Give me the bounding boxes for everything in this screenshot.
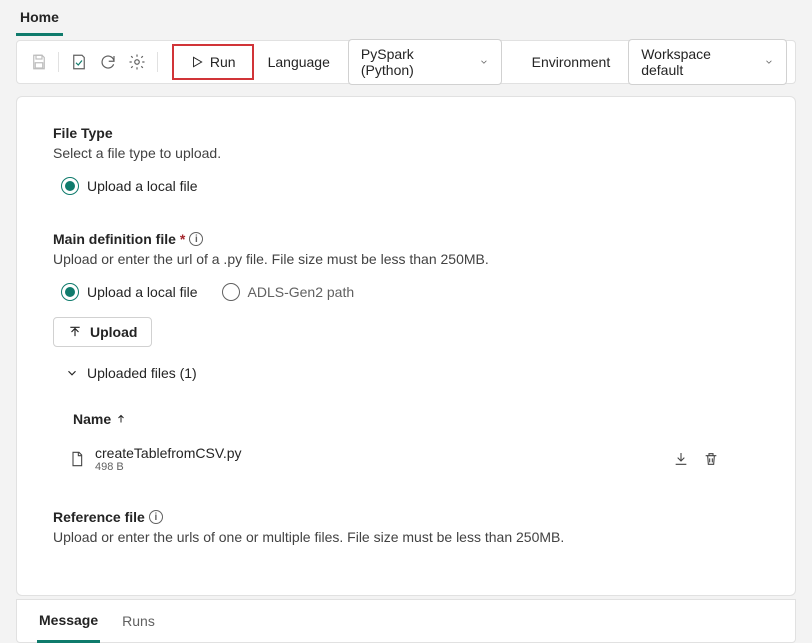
reference-file-title: Reference file i	[53, 509, 759, 525]
run-button-highlight: Run	[172, 44, 254, 80]
download-icon[interactable]	[673, 451, 689, 467]
chevron-down-icon	[764, 56, 774, 68]
main-def-option-local[interactable]: Upload a local file	[61, 283, 198, 301]
environment-value: Workspace default	[641, 46, 736, 78]
main-def-title: Main definition file * i	[53, 231, 759, 247]
save-icon[interactable]	[25, 46, 52, 78]
radio-icon	[61, 283, 79, 301]
main-def-option-adls[interactable]: ADLS-Gen2 path	[222, 283, 355, 301]
info-icon[interactable]: i	[149, 510, 163, 524]
file-type-option-local[interactable]: Upload a local file	[61, 177, 759, 195]
language-select[interactable]: PySpark (Python)	[348, 39, 502, 85]
section-file-type: File Type Select a file type to upload. …	[53, 125, 759, 195]
separator	[157, 52, 158, 72]
sort-asc-icon	[115, 413, 127, 425]
language-value: PySpark (Python)	[361, 46, 451, 78]
radio-icon	[61, 177, 79, 195]
chevron-down-icon	[65, 366, 79, 380]
settings-icon[interactable]	[124, 46, 151, 78]
play-icon	[190, 55, 204, 69]
refresh-icon[interactable]	[94, 46, 121, 78]
file-type-option-local-label: Upload a local file	[87, 178, 198, 194]
required-asterisk: *	[180, 231, 185, 247]
info-icon[interactable]: i	[189, 232, 203, 246]
tab-home[interactable]: Home	[16, 1, 63, 36]
delete-icon[interactable]	[703, 451, 719, 467]
section-main-definition: Main definition file * i Upload or enter…	[53, 231, 759, 473]
toolbar: Run Language PySpark (Python) Environmen…	[16, 40, 796, 84]
chevron-down-icon	[479, 56, 489, 68]
tab-message[interactable]: Message	[37, 600, 100, 643]
file-type-title: File Type	[53, 125, 759, 141]
bottom-tab-bar: Message Runs	[16, 599, 796, 643]
main-def-option-local-label: Upload a local file	[87, 284, 198, 300]
main-panel: File Type Select a file type to upload. …	[16, 96, 796, 596]
run-button[interactable]: Run	[176, 48, 250, 76]
language-label: Language	[256, 54, 342, 70]
main-def-option-adls-label: ADLS-Gen2 path	[248, 284, 355, 300]
upload-button[interactable]: Upload	[53, 317, 152, 347]
main-def-desc: Upload or enter the url of a .py file. F…	[53, 251, 759, 267]
file-row: createTablefromCSV.py 498 B	[69, 445, 759, 473]
upload-icon	[68, 325, 82, 339]
section-reference-file: Reference file i Upload or enter the url…	[53, 509, 759, 545]
file-type-desc: Select a file type to upload.	[53, 145, 759, 161]
tab-runs[interactable]: Runs	[120, 601, 157, 641]
upload-button-label: Upload	[90, 324, 137, 340]
separator	[58, 52, 59, 72]
uploaded-files-toggle[interactable]: Uploaded files (1)	[65, 365, 759, 381]
file-size: 498 B	[95, 461, 663, 473]
file-icon	[69, 449, 85, 469]
uploaded-files-label: Uploaded files (1)	[87, 365, 197, 381]
reference-file-desc: Upload or enter the urls of one or multi…	[53, 529, 759, 545]
environment-label: Environment	[520, 54, 623, 70]
radio-icon	[222, 283, 240, 301]
save-check-icon[interactable]	[65, 46, 92, 78]
run-label: Run	[210, 54, 236, 70]
file-name: createTablefromCSV.py	[95, 445, 663, 461]
column-header-name[interactable]: Name	[73, 411, 759, 427]
environment-select[interactable]: Workspace default	[628, 39, 787, 85]
